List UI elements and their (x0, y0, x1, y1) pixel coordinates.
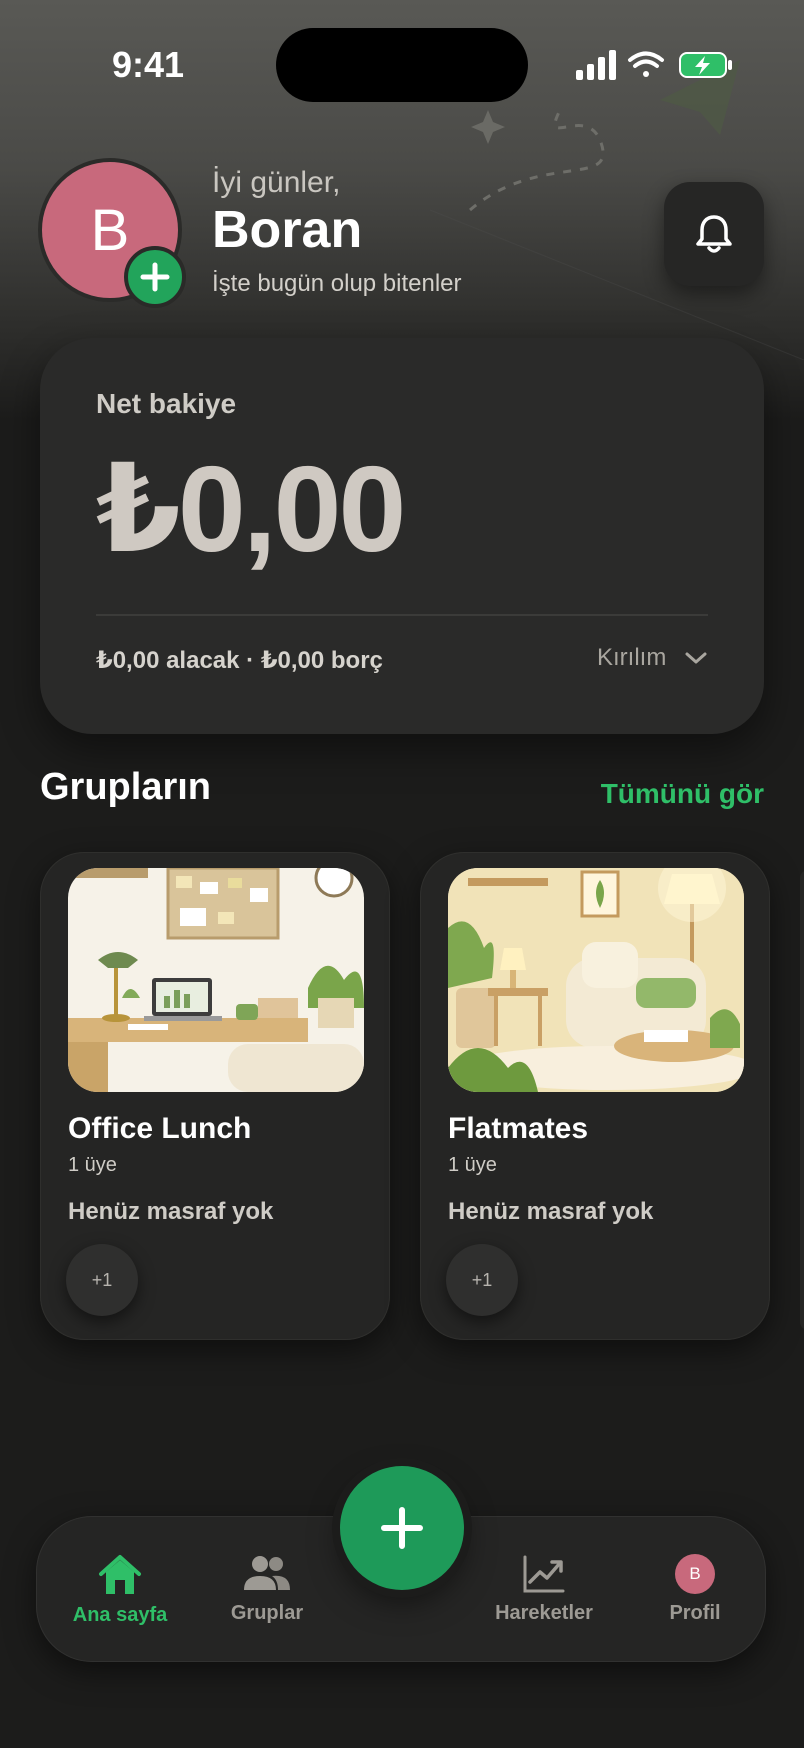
home-icon (99, 1555, 141, 1594)
add-photo-button[interactable] (124, 246, 186, 308)
tab-home[interactable]: Ana sayfa (58, 1554, 182, 1627)
balance-card: Net bakiye ₺0,00 ₺0,00 alacak · ₺0,00 bo… (40, 338, 764, 734)
see-all-groups-link[interactable]: Tümünü gör (601, 778, 764, 810)
group-name: Office Lunch (68, 1112, 252, 1145)
notifications-button[interactable] (664, 182, 764, 286)
tab-activity[interactable]: Hareketler (484, 1554, 604, 1625)
next-group-card-peek[interactable] (800, 870, 804, 1330)
chevron-down-icon (685, 652, 707, 664)
group-card[interactable]: Office Lunch 1 üye Henüz masraf yok +1 (40, 852, 390, 1340)
group-name: Flatmates (448, 1112, 589, 1145)
chart-icon (523, 1555, 565, 1593)
battery-charging-icon (679, 52, 732, 78)
groups-section-title: Grupların (40, 766, 212, 808)
tab-groups[interactable]: Gruplar (212, 1554, 322, 1625)
people-icon (244, 1556, 290, 1590)
group-member-count: 1 üye (448, 1154, 497, 1176)
plus-icon (140, 262, 170, 292)
tab-activity-label: Hareketler (495, 1602, 593, 1624)
avatar: B (675, 1554, 715, 1594)
group-card[interactable]: Flatmates 1 üye Henüz masraf yok +1 (420, 852, 770, 1340)
tab-profile-label: Profil (669, 1602, 721, 1624)
wifi-icon (628, 51, 664, 77)
breakdown-toggle[interactable]: Kırılım (597, 644, 708, 672)
member-avatar-chip: +1 (446, 1244, 518, 1316)
group-expense-status: Henüz masraf yok (448, 1198, 654, 1225)
status-time: 9:41 (112, 44, 185, 85)
group-image-flatmates (448, 868, 744, 1092)
balance-summary: ₺0,00 alacak · ₺0,00 borç (96, 647, 383, 674)
bell-icon (696, 215, 732, 253)
header-subtitle: İşte bugün olup bitenler (212, 270, 462, 297)
divider (96, 614, 708, 616)
avatar-initial: B (90, 197, 130, 263)
member-avatar-chip: +1 (66, 1244, 138, 1316)
group-expense-status: Henüz masraf yok (68, 1198, 274, 1225)
balance-label: Net bakiye (96, 388, 237, 419)
tab-profile[interactable]: B Profil (650, 1554, 740, 1625)
cellular-signal-icon (576, 50, 616, 80)
dynamic-island (276, 28, 528, 102)
plus-icon (381, 1507, 423, 1549)
user-name: Boran (212, 201, 363, 259)
balance-amount: ₺0,00 (96, 441, 406, 577)
add-expense-button[interactable] (340, 1466, 464, 1590)
tab-groups-label: Gruplar (230, 1602, 304, 1624)
tab-home-label: Ana sayfa (72, 1604, 168, 1626)
group-member-count: 1 üye (68, 1154, 117, 1176)
greeting-text: İyi günler, (212, 166, 341, 199)
group-image-office (68, 868, 364, 1092)
status-icons (576, 50, 732, 80)
breakdown-label: Kırılım (597, 644, 667, 671)
